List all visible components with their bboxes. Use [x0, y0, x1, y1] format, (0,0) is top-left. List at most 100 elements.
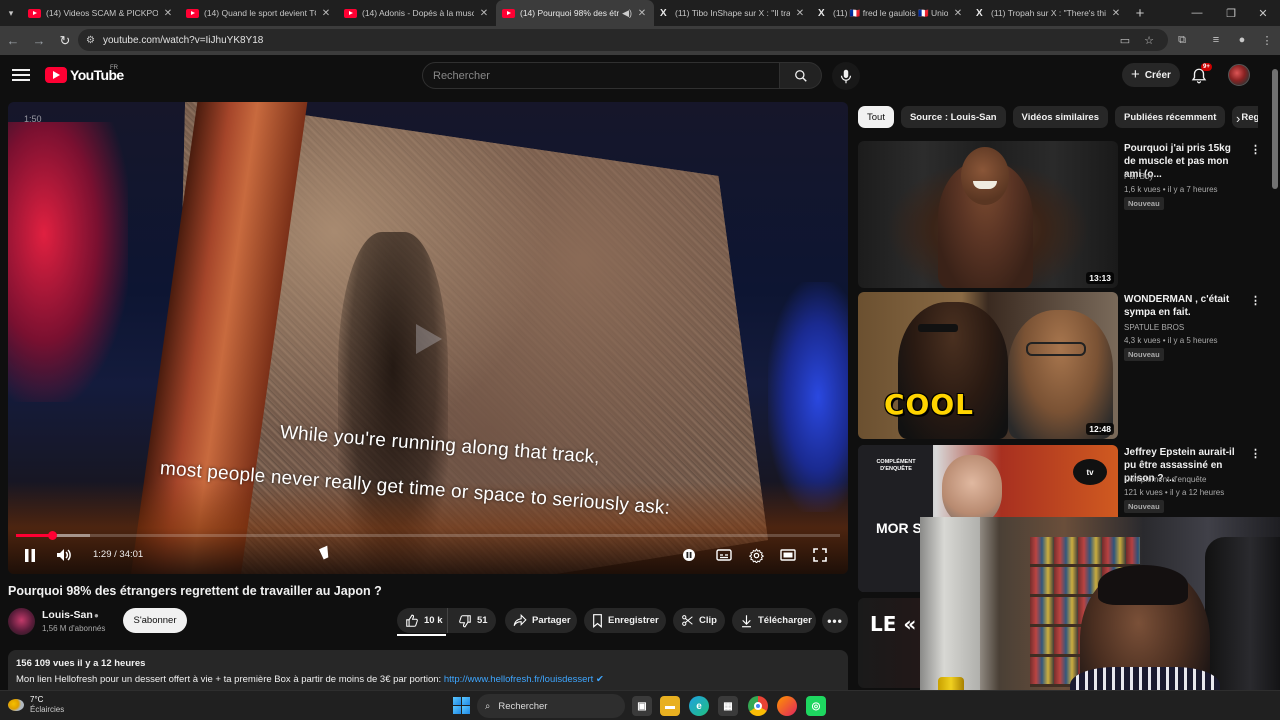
youtube-logo[interactable]: YouTube FR — [45, 65, 124, 83]
close-icon[interactable]: ✕ — [952, 8, 964, 19]
chip-similar[interactable]: Vidéos similaires — [1012, 106, 1108, 128]
weather-widget[interactable]: 7°C Éclaircies — [8, 695, 64, 715]
close-icon[interactable]: ✕ — [320, 8, 332, 19]
search-button[interactable] — [780, 62, 822, 89]
related-thumbnail[interactable]: COOL 12:48 — [858, 292, 1118, 439]
bookmark-star-icon[interactable]: ☆ — [1138, 29, 1160, 51]
chip-source[interactable]: Source : Louis-San — [900, 106, 1006, 128]
store-icon[interactable]: ▦ — [718, 696, 738, 716]
back-icon[interactable]: ← — [0, 28, 26, 54]
related-channel[interactable]: Pull Boy — [1124, 172, 1153, 181]
duration-badge: 13:13 — [1086, 272, 1114, 284]
browser-tab[interactable]: X (11) Tropah sur X : "There's thi ✕ — [970, 0, 1128, 26]
chip-all[interactable]: Tout — [858, 106, 894, 128]
reload-icon[interactable]: ↻ — [52, 28, 78, 54]
edge-icon[interactable]: e — [689, 696, 709, 716]
progress-scrubber[interactable] — [48, 531, 57, 540]
browser-tab[interactable]: X (11) 🇫🇷 fred le gaulois 🇫🇷 Union ✕ — [812, 0, 970, 26]
url-field[interactable]: ⚙ youtube.com/watch?v=IiJhuYK8Y18 ▭ ☆ — [78, 29, 1168, 51]
browser-tab[interactable]: (14) Quand le sport devient TOXIQUE ✕ — [180, 0, 338, 26]
channel-avatar[interactable] — [8, 608, 35, 635]
subscribe-button[interactable]: S'abonner — [123, 608, 187, 633]
file-explorer-icon[interactable]: ▬ — [660, 696, 680, 716]
speaker-icon[interactable]: ◀) — [622, 8, 632, 19]
page-scrollbar[interactable] — [1270, 55, 1280, 520]
close-icon[interactable]: ✕ — [794, 8, 806, 19]
extensions-icon[interactable]: ⧉ — [1170, 29, 1194, 51]
close-icon[interactable]: ✕ — [162, 8, 174, 19]
browser-tab[interactable]: X (11) Tibo InShape sur X : "Il tra ✕ — [654, 0, 812, 26]
subtitles-icon — [716, 549, 732, 561]
close-icon[interactable]: ✕ — [478, 8, 490, 19]
create-button[interactable]: + Créer — [1122, 63, 1180, 87]
forward-icon[interactable]: → — [26, 28, 52, 54]
channel-name[interactable]: Louis-San — [42, 609, 93, 621]
webcam-hair — [1098, 565, 1188, 605]
progress-bar[interactable] — [16, 531, 840, 540]
related-thumbnail[interactable]: 13:13 — [858, 141, 1118, 288]
volume-button[interactable] — [54, 546, 74, 564]
firefox-icon[interactable] — [777, 696, 797, 716]
autoplay-toggle[interactable] — [680, 546, 698, 564]
share-icon — [513, 614, 527, 627]
close-icon[interactable]: ✕ — [1110, 8, 1122, 19]
more-vert-icon[interactable]: ⋮ — [1250, 143, 1261, 156]
related-title[interactable]: WONDERMAN , c'était sympa en fait. — [1124, 293, 1244, 319]
related-channel[interactable]: SPATULE BROS — [1124, 323, 1184, 332]
maximize-icon[interactable]: ❐ — [1214, 0, 1248, 26]
scrollbar-thumb[interactable] — [1272, 69, 1278, 189]
task-view-icon[interactable]: ▣ — [632, 696, 652, 716]
tab-title: (11) 🇫🇷 fred le gaulois 🇫🇷 Union — [833, 7, 948, 18]
thumbs-down-icon — [458, 614, 472, 628]
fullscreen-button[interactable] — [810, 546, 830, 564]
voice-search-button[interactable] — [832, 62, 860, 90]
media-controls-icon[interactable]: ≡ — [1204, 29, 1228, 51]
site-info-icon[interactable]: ⚙ — [86, 35, 95, 46]
start-button[interactable] — [453, 697, 470, 714]
save-label: Enregistrer — [608, 615, 659, 626]
video-player[interactable]: 1:50 While you're running along that tra… — [8, 102, 848, 574]
more-vert-icon[interactable]: ⋮ — [1250, 447, 1261, 460]
chevron-right-icon[interactable]: › — [1236, 111, 1240, 126]
settings-button[interactable] — [746, 546, 766, 564]
more-actions-button[interactable]: ••• — [822, 608, 848, 633]
browser-tab[interactable]: (14) Adonis - Dopés à la muscu ✕ — [338, 0, 496, 26]
youtube-icon — [344, 8, 357, 18]
share-button[interactable]: Partager — [505, 608, 577, 633]
related-channel[interactable]: Complément d'enquête — [1124, 475, 1206, 484]
menu-icon[interactable] — [12, 67, 30, 83]
search-input[interactable]: Rechercher — [422, 62, 780, 89]
save-button[interactable]: Enregistrer — [584, 608, 666, 633]
pause-button[interactable] — [22, 546, 38, 564]
tab-search-icon[interactable]: ▾ — [0, 0, 22, 26]
clip-button[interactable]: Clip — [673, 608, 725, 633]
app-icon[interactable]: ◎ — [806, 696, 826, 716]
description-link[interactable]: http://www.hellofresh.fr/louisdessert — [444, 674, 593, 685]
browser-tab-active[interactable]: (14) Pourquoi 98% des étrangers ◀) ✕ — [496, 0, 654, 26]
minimize-icon[interactable]: — — [1180, 0, 1214, 26]
gear-icon — [748, 547, 764, 563]
country-code: FR — [110, 65, 118, 71]
search-icon: ⌕ — [485, 700, 491, 712]
dislike-button[interactable]: 51 — [447, 608, 496, 633]
miniplayer-button[interactable] — [778, 546, 798, 564]
notifications-button[interactable]: 9+ — [1190, 63, 1212, 87]
browser-menu-icon[interactable]: ⋮ — [1255, 29, 1279, 51]
browser-tab[interactable]: (14) Videos SCAM & PICKPOCKET ✕ — [22, 0, 180, 26]
autoplay-icon — [683, 549, 695, 561]
new-badge: Nouveau — [1124, 197, 1164, 210]
account-avatar[interactable] — [1228, 64, 1250, 86]
close-window-icon[interactable]: ✕ — [1246, 0, 1280, 26]
chrome-icon[interactable] — [748, 696, 768, 716]
taskbar-search[interactable]: ⌕ Rechercher — [477, 694, 625, 718]
cast-icon[interactable]: ▭ — [1114, 29, 1136, 51]
description-box[interactable]: 156 109 vues il y a 12 heures Mon lien H… — [8, 650, 848, 690]
new-tab-button[interactable]: + — [1128, 5, 1152, 22]
chip-recent[interactable]: Publiées récemment — [1115, 106, 1226, 128]
subtitles-button[interactable] — [714, 546, 734, 564]
download-button[interactable]: Télécharger — [732, 608, 816, 633]
like-button[interactable]: 10 k — [397, 608, 447, 633]
close-icon[interactable]: ✕ — [636, 8, 648, 19]
profile-icon[interactable]: ● — [1230, 29, 1254, 51]
more-vert-icon[interactable]: ⋮ — [1250, 294, 1261, 307]
